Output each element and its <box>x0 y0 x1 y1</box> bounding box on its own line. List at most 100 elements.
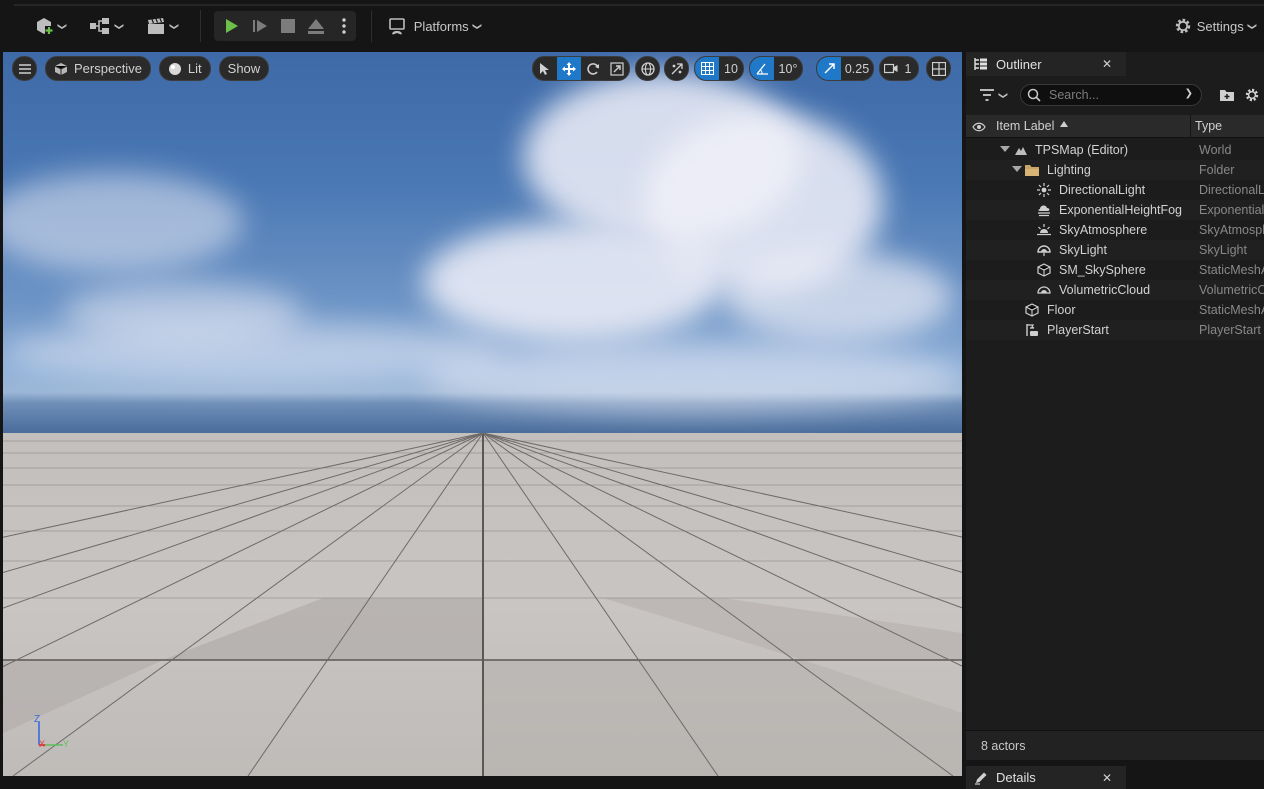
actor-count: 8 actors <box>981 739 1026 753</box>
outliner-row-folder[interactable]: Lighting Folder <box>966 160 1264 180</box>
close-icon[interactable]: ✕ <box>1102 771 1112 785</box>
rotation-snap-value[interactable]: 10° <box>774 57 802 80</box>
expand-arrow-icon[interactable] <box>1012 166 1022 172</box>
close-icon[interactable]: ✕ <box>1102 57 1112 71</box>
row-label: SkyAtmosphere <box>1059 223 1148 237</box>
chevron-down-icon: ❯ <box>169 22 180 30</box>
filter-button[interactable]: ❯ <box>976 84 1010 106</box>
cloud-icon <box>1037 286 1051 294</box>
add-folder-button[interactable] <box>1218 85 1236 105</box>
viewport-options-button[interactable] <box>12 56 37 81</box>
row-type: StaticMeshActor <box>1199 303 1264 317</box>
row-label: DirectionalLight <box>1059 183 1146 197</box>
surface-snap-button[interactable] <box>664 56 689 81</box>
viewport-layout-button[interactable] <box>926 56 951 81</box>
play-controls <box>214 11 356 41</box>
perspective-label: Perspective <box>74 61 142 76</box>
player-start-icon <box>1026 324 1038 336</box>
outliner-row-actor[interactable]: Floor StaticMeshActor <box>966 300 1264 320</box>
play-icon <box>226 19 238 33</box>
move-arrows-icon <box>562 61 576 76</box>
rotate-icon <box>587 62 599 75</box>
eye-icon[interactable] <box>972 122 986 132</box>
add-folder-icon <box>1220 90 1234 101</box>
outliner-row-actor[interactable]: ExponentialHeightFog ExponentialHeightFo… <box>966 200 1264 220</box>
angle-icon <box>755 63 768 75</box>
select-tool-button[interactable] <box>533 57 557 80</box>
rotation-snap-toggle[interactable] <box>750 57 774 80</box>
blueprint-button[interactable]: ❯ <box>86 12 126 40</box>
outliner-row-actor[interactable]: VolumetricCloud VolumetricCloud <box>966 280 1264 300</box>
item-label-header[interactable]: Item Label <box>996 119 1054 133</box>
directional-light-icon <box>1037 183 1051 197</box>
outliner-row-actor[interactable]: PlayerStart PlayerStart <box>966 320 1264 340</box>
advance-frame-button[interactable] <box>247 12 273 40</box>
rotation-snap-group: 10° <box>749 56 803 81</box>
perspective-button[interactable]: Perspective <box>45 56 151 81</box>
outliner-row-actor[interactable]: DirectionalLight DirectionalLight <box>966 180 1264 200</box>
tab-outliner[interactable]: Outliner ✕ <box>966 52 1126 76</box>
settings-button[interactable]: Settings ❯ <box>1168 12 1260 40</box>
grid-icon <box>700 62 714 75</box>
scale-snap-icon <box>823 63 835 74</box>
view-mode-button[interactable]: Lit <box>158 56 211 81</box>
row-type: PlayerStart <box>1199 323 1261 337</box>
scale-snap-value[interactable]: 0.25 <box>841 57 873 80</box>
chevron-down-icon: ❯ <box>114 22 125 30</box>
outliner-row-actor[interactable]: SkyAtmosphere SkyAtmosphere <box>966 220 1264 240</box>
camera-speed-value[interactable]: 1 <box>902 57 918 80</box>
row-type: Folder <box>1199 163 1235 177</box>
axis-x-label: X <box>39 739 46 749</box>
type-header[interactable]: Type <box>1195 119 1222 133</box>
show-button[interactable]: Show <box>218 56 270 81</box>
level-viewport[interactable]: Perspective Lit Show 10 10° 0.25 1 Z X Y <box>3 52 962 776</box>
outliner-row-actor[interactable]: SM_SkySphere StaticMeshActor <box>966 260 1264 280</box>
sky-atmosphere-icon <box>1037 224 1051 236</box>
transform-tools <box>532 56 630 81</box>
skip-frame-icon <box>253 20 267 32</box>
more-vertical-icon <box>342 18 346 34</box>
cinematics-button[interactable]: ❯ <box>142 12 182 40</box>
chevron-down-icon[interactable]: ❯ <box>1185 88 1193 99</box>
outliner-search-input[interactable]: Search... ❯ <box>1020 84 1202 106</box>
translate-tool-button[interactable] <box>557 57 581 80</box>
outliner-settings-button[interactable] <box>1242 85 1262 105</box>
globe-icon <box>640 61 655 76</box>
filter-icon <box>980 89 995 101</box>
axis-z-label: Z <box>34 714 41 725</box>
outliner-row-world[interactable]: TPSMap (Editor) World <box>966 140 1264 160</box>
floor-grid <box>3 433 962 776</box>
row-type: ExponentialHeightFog <box>1199 203 1264 217</box>
fog-icon <box>1038 205 1050 217</box>
search-icon <box>1027 88 1041 102</box>
world-icon <box>1015 147 1027 155</box>
scale-tool-button[interactable] <box>605 57 629 80</box>
grid-snap-toggle[interactable] <box>695 57 719 80</box>
scale-snap-toggle[interactable] <box>817 57 841 80</box>
play-button[interactable] <box>218 12 244 40</box>
camera-speed-button[interactable] <box>880 57 902 80</box>
scale-icon <box>610 61 624 76</box>
chevron-down-icon: ❯ <box>998 91 1009 99</box>
outliner-header: Item Label Type <box>966 115 1264 138</box>
play-options-button[interactable] <box>335 12 353 40</box>
rotate-tool-button[interactable] <box>581 57 605 80</box>
platforms-button[interactable]: Platforms ❯ <box>384 12 484 40</box>
eject-button[interactable] <box>303 12 329 40</box>
details-tab-label: Details <box>996 770 1036 785</box>
stop-icon <box>281 19 295 33</box>
add-actor-icon <box>37 18 54 34</box>
row-label: ExponentialHeightFog <box>1059 203 1182 217</box>
gear-icon <box>1175 18 1190 34</box>
expand-arrow-icon[interactable] <box>1000 146 1010 152</box>
row-type: SkyAtmosphere <box>1199 223 1264 237</box>
row-type: DirectionalLight <box>1199 183 1264 197</box>
add-actor-button[interactable]: ❯ <box>30 12 70 40</box>
tab-details[interactable]: Details ✕ <box>966 766 1126 789</box>
stop-button[interactable] <box>275 12 301 40</box>
grid-snap-value[interactable]: 10 <box>719 57 743 80</box>
world-local-toggle[interactable] <box>635 56 660 81</box>
chevron-down-icon: ❯ <box>471 22 482 30</box>
row-label: Lighting <box>1047 163 1091 177</box>
outliner-row-actor[interactable]: SkyLight SkyLight <box>966 240 1264 260</box>
